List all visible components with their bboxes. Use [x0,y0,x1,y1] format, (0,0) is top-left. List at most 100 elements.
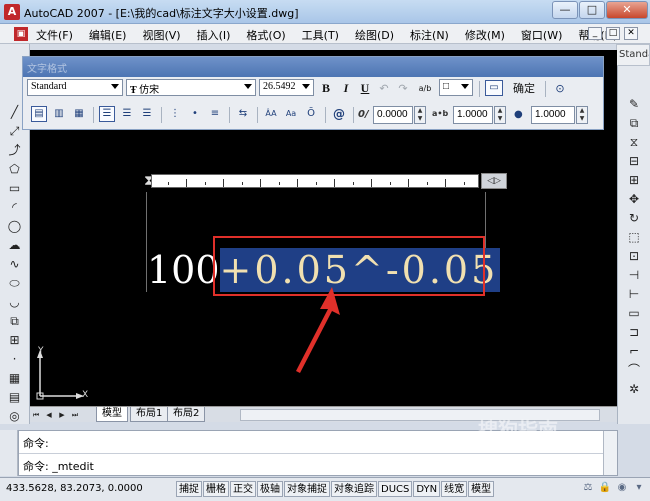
mirror-icon[interactable]: ⧖ [623,133,645,151]
overline-icon[interactable]: Ō [303,106,319,122]
lowercase-icon[interactable]: Aa [283,106,299,122]
fillet-icon[interactable]: ⌒ [623,361,645,379]
bold-button[interactable]: B [319,80,333,97]
circle-icon[interactable]: ◯ [4,217,26,235]
extend-icon[interactable]: ⊢ [623,285,645,303]
array-icon[interactable]: ⊞ [623,171,645,189]
arc-icon[interactable]: ◜ [4,198,26,216]
text-height-select[interactable]: 26.5492 [259,79,314,96]
tracking-input[interactable]: 1.0000 [453,106,493,124]
insert-field-icon[interactable]: ⇆ [235,106,251,122]
copy-icon[interactable]: ⧉ [623,114,645,132]
mtext-justify-icon[interactable]: ▥ [51,106,67,122]
menu-draw[interactable]: 绘图(D) [351,26,398,44]
annotation-scale-icon[interactable]: ⚖ [581,481,595,495]
first-tab-icon[interactable]: ⏮ [30,409,42,421]
ellipse-icon[interactable]: ⬭ [4,274,26,292]
tab-layout2[interactable]: 布局2 [167,407,206,422]
mtext-ruler[interactable]: ⧗ ◁▷ [143,170,507,194]
ok-button[interactable]: 确定 [511,80,537,97]
make-block-icon[interactable]: ⊞ [4,331,26,349]
move-icon[interactable]: ✥ [623,190,645,208]
width-factor-input[interactable]: 1.0000 [531,106,575,124]
model-toggle[interactable]: 模型 [468,481,495,497]
menu-file[interactable]: 文件(F) [32,26,77,44]
chamfer-icon[interactable]: ⌐ [623,342,645,360]
prev-tab-icon[interactable]: ◀ [43,409,55,421]
maximize-button[interactable]: □ [579,1,605,19]
break-icon[interactable]: ▭ [623,304,645,322]
trim-icon[interactable]: ⊣ [623,266,645,284]
italic-button[interactable]: I [339,80,353,97]
menu-view[interactable]: 视图(V) [138,26,184,44]
underline-button[interactable]: U [358,80,372,97]
align-right-icon[interactable]: ☰ [139,106,155,122]
close-button[interactable]: ✕ [606,1,648,19]
polyline-icon[interactable]: ⤴ [4,141,26,159]
minimize-button[interactable]: — [552,1,578,19]
uppercase-icon[interactable]: ÂA [263,106,279,122]
tab-layout1[interactable]: 布局1 [130,407,169,422]
stretch-icon[interactable]: ⊡ [623,247,645,265]
lineweight-toggle[interactable]: 线宽 [441,481,468,497]
osnap-toggle[interactable]: 对象捕捉 [284,481,330,497]
text-formatting-titlebar[interactable]: 文字格式 [23,57,603,77]
paragraph-icon[interactable]: ▦ [71,106,87,122]
grid-toggle[interactable]: 栅格 [203,481,229,497]
rotate-icon[interactable]: ↻ [623,209,645,227]
hatch-icon[interactable]: ▦ [4,369,26,387]
redo-button[interactable]: ↷ [396,80,410,97]
align-left-icon[interactable]: ☰ [99,106,115,122]
columns-icon[interactable]: ▤ [31,106,47,122]
lock-icon[interactable]: 🔒 [598,481,612,495]
menu-edit[interactable]: 编辑(E) [85,26,131,44]
letters-icon[interactable]: ≡ [207,106,223,122]
menu-modify[interactable]: 修改(M) [461,26,509,44]
menu-format[interactable]: 格式(O) [242,26,289,44]
insert-block-icon[interactable]: ⧉ [4,312,26,330]
oblique-angle-spinner[interactable]: ▲ ▼ [414,106,426,124]
tab-model[interactable]: 模型 [96,407,128,422]
doc-close-button[interactable]: ✕ [624,27,638,40]
ruler-toggle-button[interactable]: ▭ [485,80,503,96]
menu-tools[interactable]: 工具(T) [298,26,343,44]
region-icon[interactable]: ◎ [4,407,26,425]
width-resize-icon[interactable]: ◁▷ [481,173,507,189]
align-center-icon[interactable]: ☰ [119,106,135,122]
gradient-icon[interactable]: ▤ [4,388,26,406]
menu-dimension[interactable]: 标注(N) [406,26,453,44]
stack-button[interactable]: a/b [416,80,434,97]
font-select[interactable]: Ŧ 仿宋 [126,79,256,96]
last-tab-icon[interactable]: ⏭ [69,409,81,421]
menu-window[interactable]: 窗口(W) [517,26,566,44]
menu-insert[interactable]: 插入(I) [193,26,235,44]
style-toolbar-partial[interactable]: Standa [616,44,650,66]
polygon-icon[interactable]: ⬠ [4,160,26,178]
tracking-spinner[interactable]: ▲ ▼ [494,106,506,124]
offset-icon[interactable]: ⊟ [623,152,645,170]
communication-icon[interactable]: ◉ [615,481,629,495]
ellipse-arc-icon[interactable]: ◡ [4,293,26,311]
spline-icon[interactable]: ∿ [4,255,26,273]
next-tab-icon[interactable]: ▶ [56,409,68,421]
join-icon[interactable]: ⊐ [623,323,645,341]
otrack-toggle[interactable]: 对象追踪 [331,481,377,497]
command-window-handle[interactable] [0,430,18,476]
doc-maximize-button[interactable]: □ [606,27,620,40]
bullets-icon[interactable]: • [187,106,203,122]
ducs-toggle[interactable]: DUCS [378,481,413,497]
explode-icon[interactable]: ✲ [623,380,645,398]
snap-toggle[interactable]: 捕捉 [176,481,202,497]
polar-toggle[interactable]: 极轴 [257,481,283,497]
point-icon[interactable]: · [4,350,26,368]
erase-icon[interactable]: ✎ [623,95,645,113]
numbering-icon[interactable]: ⋮ [167,106,183,122]
undo-button[interactable]: ↶ [377,80,391,97]
width-factor-spinner[interactable]: ▲ ▼ [576,106,588,124]
text-color-select[interactable]: □ [439,79,473,96]
document-icon[interactable]: ▣ [14,27,28,41]
command-scrollbar[interactable] [603,431,617,475]
oblique-angle-input[interactable]: 0.0000 [373,106,413,124]
text-style-select[interactable]: Standard [27,79,123,96]
revcloud-icon[interactable]: ☁ [4,236,26,254]
